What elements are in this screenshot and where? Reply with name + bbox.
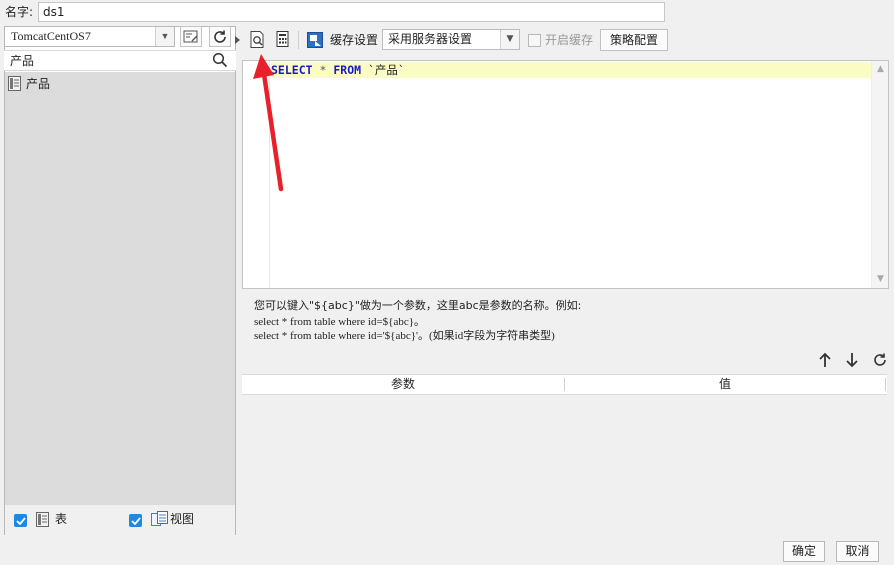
table-list: 产品 [5, 72, 235, 505]
search-icon[interactable] [212, 52, 228, 71]
cache-mode-select[interactable]: 采用服务器设置 ▼ [382, 29, 520, 50]
column-header-value: 值 [718, 377, 731, 391]
chevron-down-icon[interactable]: ▼ [500, 30, 519, 49]
view-type-icon [151, 511, 168, 530]
collapse-panel-icon[interactable] [235, 33, 240, 44]
preview-icon [250, 31, 264, 48]
param-hint-line3: select * from table where id='${abc}'。(如… [254, 330, 555, 342]
strategy-config-button[interactable]: 策略配置 [600, 29, 668, 51]
list-item-label: 产品 [26, 77, 51, 91]
scroll-up-icon[interactable]: ▲ [872, 61, 889, 78]
vertical-scrollbar[interactable]: ▲ ▼ [871, 61, 888, 288]
toolbar-divider [298, 31, 299, 49]
edit-connection-icon [183, 30, 198, 42]
cancel-button[interactable]: 取消 [836, 541, 879, 562]
sql-editor[interactable]: SELECT * FROM `产品` ▲ ▼ [242, 60, 889, 289]
refresh-connection-button[interactable] [209, 26, 231, 47]
cache-settings-label[interactable]: 缓存设置 [330, 26, 378, 54]
enable-cache-label: 开启缓存 [545, 33, 594, 47]
dataset-name-input[interactable]: ds1 [38, 2, 665, 22]
enable-cache-checkbox[interactable] [528, 34, 541, 47]
sql-table-icon [276, 31, 289, 47]
param-hint-line2: select * from table where id=${abc}。 [254, 316, 426, 328]
table-search-input[interactable]: 产品 [4, 50, 236, 71]
column-header-param: 参数 [390, 377, 415, 391]
cache-settings-icon[interactable] [307, 32, 323, 48]
ok-button[interactable]: 确定 [783, 541, 825, 562]
preview-button[interactable] [248, 30, 267, 49]
table-icon [8, 76, 21, 91]
view-filter-label: 视图 [170, 512, 195, 526]
annotation-arrow [250, 52, 290, 200]
table-filter-checkbox[interactable] [14, 514, 27, 527]
cache-mode-value: 采用服务器设置 [388, 32, 473, 46]
refresh-params-icon[interactable] [872, 352, 888, 370]
param-table: 参数 值 [242, 374, 889, 535]
left-footer: 表 视图 [5, 505, 235, 535]
param-hint-line1: 您可以键入"${abc}"做为一个参数，这里abc是参数的名称。例如: [254, 299, 582, 312]
scroll-down-icon[interactable]: ▼ [872, 271, 889, 288]
chevron-down-icon[interactable]: ▼ [155, 27, 174, 46]
view-filter-checkbox[interactable] [129, 514, 142, 527]
sql-table-button[interactable] [274, 30, 292, 49]
edit-connection-button[interactable] [180, 26, 202, 47]
move-down-icon[interactable] [845, 352, 859, 370]
column-divider [885, 378, 886, 391]
sql-text[interactable]: SELECT * FROM `产品` [271, 62, 405, 78]
table-filter-label: 表 [55, 512, 68, 526]
connection-select-value: TomcatCentOS7 [11, 29, 91, 43]
param-toolbar [818, 352, 888, 370]
param-table-header: 参数 值 [242, 374, 887, 395]
name-label: 名字: [5, 5, 34, 19]
list-item[interactable]: 产品 [8, 75, 50, 92]
connection-select[interactable]: TomcatCentOS7 ▼ [4, 26, 175, 47]
refresh-icon [214, 30, 226, 43]
move-up-icon[interactable] [818, 352, 832, 370]
table-type-icon [36, 512, 49, 530]
